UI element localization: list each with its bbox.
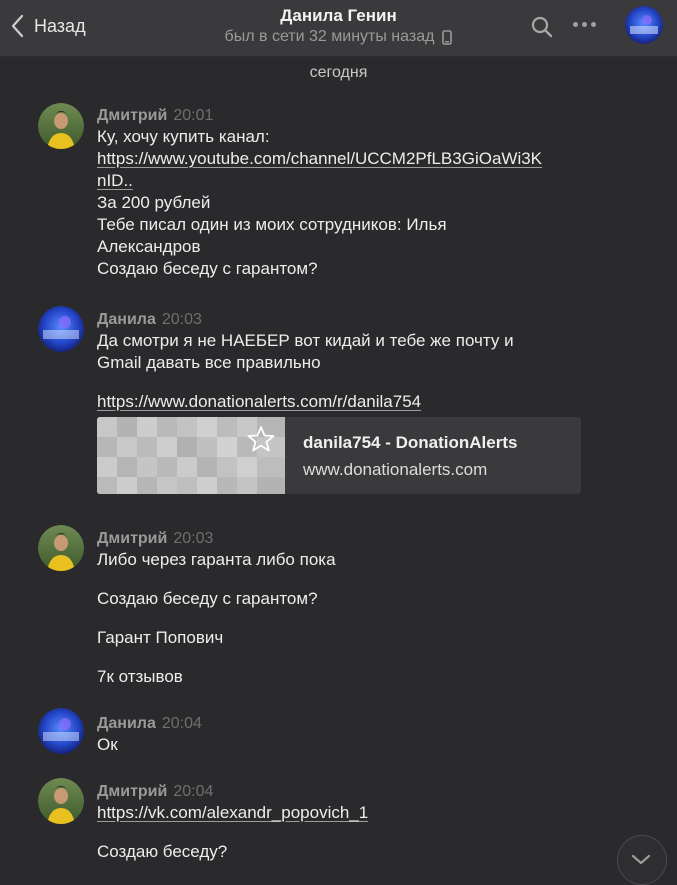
header-avatar[interactable] [625,6,663,44]
back-button[interactable]: Назад [10,10,86,42]
message-time: 20:03 [173,530,214,547]
message-time: 20:04 [161,715,202,732]
author-name[interactable]: Дмитрий [97,783,167,800]
avatar-dmitry[interactable] [38,778,84,824]
text-line: Ку, хочу купить канал: [97,127,270,146]
donationalerts-link[interactable]: https://www.donationalerts.com/r/danila7… [97,391,577,413]
message-time: 20:03 [161,311,202,328]
preview-thumbnail [97,417,285,494]
avatar-dmitry[interactable] [38,525,84,571]
message-text: Либо через гаранта либо пока Создаю бесе… [97,549,577,688]
vk-link[interactable]: https://vk.com/alexandr_popovich_1 [97,802,577,824]
dot [591,22,596,27]
avatar-dmitry[interactable] [38,103,84,149]
online-status: был в сети 32 минуты назад [160,27,517,47]
chat-header: Назад Данила Генин был в сети 32 минуты … [0,0,677,57]
author-name[interactable]: Дмитрий [97,530,167,547]
message-text: https://vk.com/alexandr_popovich_1 Созда… [97,802,577,863]
message-time: 20:01 [173,107,214,124]
dot [582,22,587,27]
back-label: Назад [34,15,86,36]
preview-domain: www.donationalerts.com [303,460,488,479]
more-dots-icon[interactable] [573,22,596,27]
author-name[interactable]: Данила [97,311,156,328]
search-icon [531,16,553,38]
text-line: Александров [97,237,201,256]
message-text: Да смотри я не НАЕБЕР вот кидай и тебе ж… [97,330,577,413]
search-button[interactable] [530,15,554,44]
message-meta: Данила 20:03 [97,310,202,330]
text-line: Создаю беседу с гарантом? [97,259,318,278]
text-line: Да смотри я не НАЕБЕР вот кидай и тебе ж… [97,331,514,350]
message-meta: Дмитрий 20:03 [97,529,213,549]
message-text: Ок [97,734,577,756]
text-line: Тебе писал один из моих сотрудников: Иль… [97,215,447,234]
link-preview-card[interactable]: danila754 - DonationAlerts www.donationa… [97,417,581,494]
day-separator: сегодня [309,64,368,81]
author-name[interactable]: Дмитрий [97,107,167,124]
mobile-phone-icon [442,29,453,45]
last-seen-text: был в сети 32 минуты назад [224,28,435,45]
scroll-down-button[interactable] [617,835,667,885]
dot [573,22,578,27]
preview-title: danila754 - DonationAlerts [303,433,518,452]
message-text: Ку, хочу купить канал: https://www.youtu… [97,126,577,280]
author-name[interactable]: Данила [97,715,156,732]
text-line: За 200 рублей [97,193,211,212]
text-line: 7к отзывов [97,667,183,686]
text-line: Ок [97,735,118,754]
message-meta: Дмитрий 20:04 [97,782,213,802]
avatar-danila[interactable] [38,306,84,352]
youtube-link-continued[interactable]: nID.. [97,170,577,192]
message-time: 20:04 [173,783,214,800]
text-line: Создаю беседу с гарантом? [97,589,318,608]
chat-title: Данила Генин [280,6,397,25]
message-meta: Данила 20:04 [97,714,202,734]
text-line: Gmail давать все правильно [97,353,321,372]
text-line: Либо через гаранта либо пока [97,550,336,569]
text-line: Гарант Попович [97,628,224,647]
chat-title-block[interactable]: Данила Генин был в сети 32 минуты назад [160,5,517,47]
text-line: Создаю беседу? [97,842,228,861]
chevron-left-icon [11,14,24,38]
youtube-link[interactable]: https://www.youtube.com/channel/UCCM2PfL… [97,148,577,170]
avatar-danila[interactable] [38,708,84,754]
message-meta: Дмитрий 20:01 [97,106,213,126]
